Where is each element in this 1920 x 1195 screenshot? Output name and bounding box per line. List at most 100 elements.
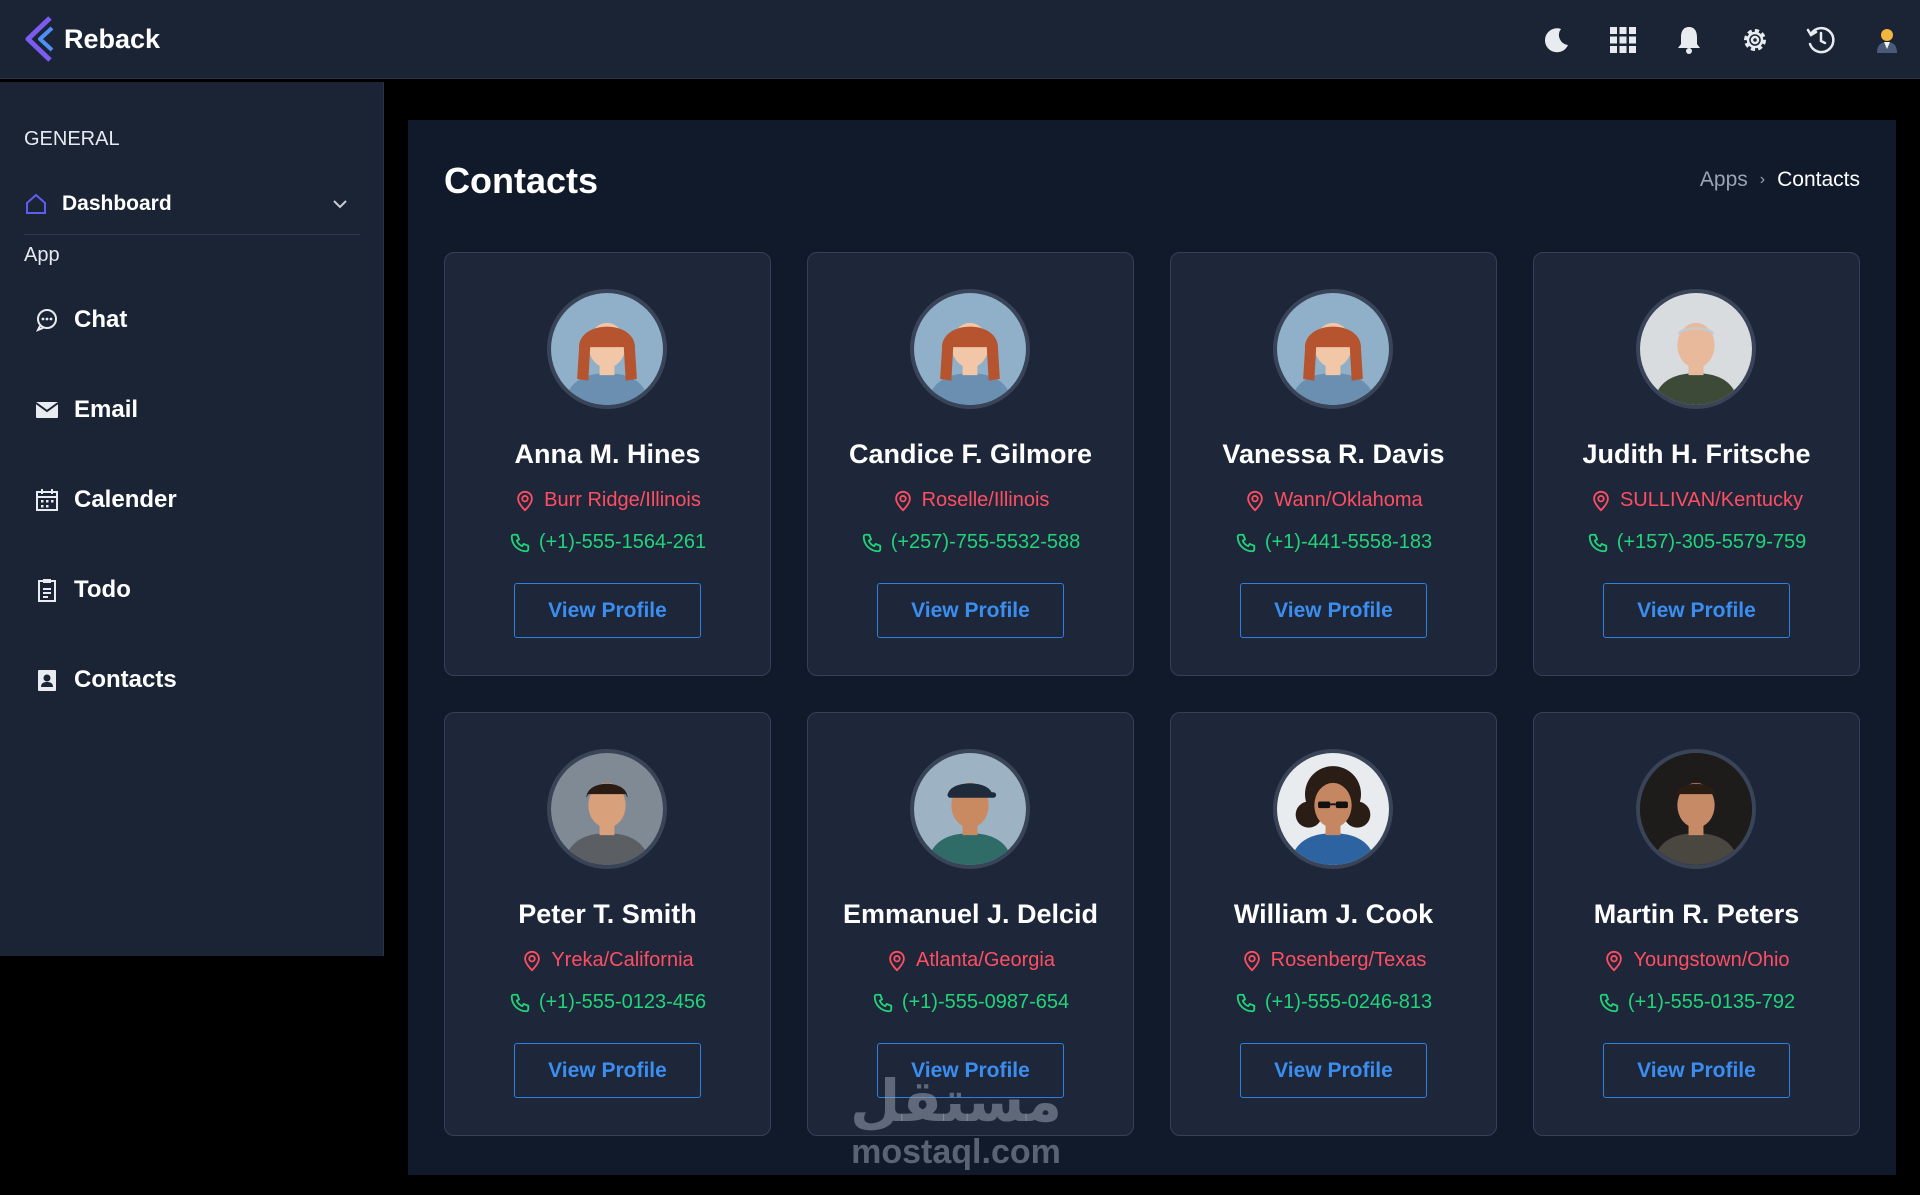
- location-pin-icon: [889, 950, 905, 971]
- view-profile-button[interactable]: View Profile: [877, 1043, 1064, 1098]
- contact-card: William J. Cook Rosenberg/Texas (+1)-555-0…: [1170, 712, 1497, 1136]
- breadcrumb-separator: ›: [1759, 171, 1766, 188]
- sidebar-item-todo[interactable]: Todo: [34, 565, 354, 615]
- sidebar-item-calender[interactable]: Calender: [34, 475, 354, 525]
- phone-icon: [873, 993, 892, 1012]
- contact-phone-text: (+1)-555-0246-813: [1264, 991, 1433, 1013]
- sidebar-section-app: App: [24, 244, 60, 266]
- location-pin-icon: [894, 490, 911, 511]
- chat-icon: [35, 309, 57, 332]
- view-profile-button[interactable]: View Profile: [1240, 1043, 1427, 1098]
- location-pin-icon: [517, 490, 533, 511]
- sidebar-item-label: Email: [74, 396, 139, 423]
- contact-phone-text: (+1)-555-0987-654: [901, 991, 1070, 1013]
- calendar-icon: [36, 489, 58, 511]
- contact-avatar: [547, 749, 667, 869]
- brand[interactable]: Reback: [22, 14, 160, 64]
- contact-location: Rosenberg/Texas: [1171, 949, 1496, 972]
- view-profile-button[interactable]: View Profile: [877, 583, 1064, 638]
- brand-name: Reback: [64, 23, 161, 54]
- contact-phone: (+257)-755-5532-588: [808, 531, 1133, 554]
- contact-name: Anna M. Hines: [514, 439, 701, 469]
- sidebar-item-label: Dashboard: [62, 192, 172, 215]
- brand-logo-icon: [25, 16, 54, 62]
- location-pin-icon: [1593, 490, 1609, 511]
- contact-phone: (+1)-555-1564-261: [445, 531, 770, 554]
- sidebar-item-contacts[interactable]: Contacts: [34, 655, 354, 705]
- contact-phone: (+1)-555-0135-792: [1534, 991, 1859, 1014]
- contact-card: Candice F. Gilmore Roselle/Illinois (+257)…: [807, 252, 1134, 676]
- contact-avatar: [1273, 289, 1393, 409]
- contact-phone-text: (+1)-441-5558-183: [1264, 531, 1433, 553]
- contact-location: Atlanta/Georgia: [808, 949, 1133, 972]
- sidebar-item-email[interactable]: Email: [34, 385, 354, 435]
- phone-icon: [1236, 533, 1255, 552]
- sidebar-section-general: GENERAL: [24, 128, 120, 150]
- todo-icon: [38, 579, 56, 602]
- mail-icon: [35, 402, 59, 418]
- contact-name: Candice F. Gilmore: [848, 439, 1093, 469]
- sidebar-item-dashboard[interactable]: Dashboard: [24, 178, 360, 230]
- phone-icon: [510, 533, 529, 552]
- history-icon[interactable]: [1788, 0, 1854, 79]
- contact-location-text: Youngstown/Ohio: [1633, 949, 1790, 971]
- contact-location-text: SULLIVAN/Kentucky: [1619, 489, 1804, 511]
- sidebar-item-label: Todo: [74, 576, 131, 603]
- contact-phone: (+1)-555-0246-813: [1171, 991, 1496, 1014]
- phone-icon: [862, 533, 881, 552]
- sidebar-item-chat[interactable]: Chat: [34, 295, 354, 345]
- user-avatar-icon[interactable]: [1854, 0, 1920, 79]
- contact-location-text: Yreka/California: [551, 949, 694, 971]
- location-pin-icon: [524, 950, 541, 971]
- apps-grid-icon[interactable]: [1590, 0, 1656, 79]
- breadcrumb-apps-link[interactable]: Apps: [1700, 168, 1748, 192]
- phone-icon: [1599, 993, 1618, 1012]
- contact-location: Roselle/Illinois: [808, 489, 1133, 512]
- contact-avatar: [1636, 289, 1756, 409]
- view-profile-button[interactable]: View Profile: [1240, 583, 1427, 638]
- contact-phone: (+1)-555-0987-654: [808, 991, 1133, 1014]
- contact-name: Peter T. Smith: [518, 899, 697, 929]
- contact-name: Emmanuel J. Delcid: [842, 899, 1099, 929]
- contact-card: Anna M. Hines Burr Ridge/Illinois (+1)-555…: [444, 252, 771, 676]
- contact-avatar: [910, 289, 1030, 409]
- sidebar-item-label: Calender: [74, 486, 177, 513]
- location-pin-icon: [1247, 490, 1264, 511]
- contact-phone-text: (+1)-555-0123-456: [538, 991, 707, 1013]
- main-content: Contacts Apps › Contacts Anna M. Hines Bu…: [408, 120, 1896, 1175]
- top-navbar: Reback: [0, 0, 1920, 79]
- contact-avatar: [547, 289, 667, 409]
- contact-phone-text: (+1)-555-1564-261: [538, 531, 707, 553]
- contact-phone-text: (+1)-555-0135-792: [1627, 991, 1796, 1013]
- view-profile-button[interactable]: View Profile: [514, 583, 701, 638]
- page-title: Contacts: [444, 160, 599, 201]
- contact-location: Burr Ridge/Illinois: [445, 489, 770, 512]
- contact-phone-text: (+257)-755-5532-588: [890, 531, 1081, 553]
- contact-name: Vanessa R. Davis: [1222, 439, 1445, 469]
- contact-card: Vanessa R. Davis Wann/Oklahoma (+1)-441-55…: [1170, 252, 1497, 676]
- breadcrumb-current: Contacts: [1777, 168, 1860, 191]
- contact-location: Yreka/California: [445, 949, 770, 972]
- contact-location-text: Burr Ridge/Illinois: [544, 489, 701, 511]
- contact-name: Judith H. Fritsche: [1582, 439, 1811, 469]
- contact-phone-text: (+157)-305-5579-759: [1616, 531, 1807, 553]
- view-profile-button[interactable]: View Profile: [514, 1043, 701, 1098]
- bell-icon[interactable]: [1656, 0, 1722, 79]
- moon-icon[interactable]: [1524, 0, 1590, 79]
- view-profile-button[interactable]: View Profile: [1603, 1043, 1790, 1098]
- view-profile-button[interactable]: View Profile: [1603, 583, 1790, 638]
- gear-icon[interactable]: [1722, 0, 1788, 79]
- location-pin-icon: [1606, 950, 1623, 971]
- sidebar-item-label: Chat: [74, 306, 128, 333]
- contact-phone: (+157)-305-5579-759: [1534, 531, 1859, 554]
- contacts-icon: [38, 670, 56, 691]
- contact-card: Emmanuel J. Delcid Atlanta/Georgia (+1)-55…: [807, 712, 1134, 1136]
- sidebar-item-label: Contacts: [74, 666, 177, 693]
- contact-phone: (+1)-555-0123-456: [445, 991, 770, 1014]
- contact-avatar: [1636, 749, 1756, 869]
- contact-name: Martin R. Peters: [1593, 899, 1800, 929]
- contact-name: William J. Cook: [1233, 899, 1434, 929]
- location-pin-icon: [1243, 950, 1260, 971]
- phone-icon: [1236, 993, 1255, 1012]
- contact-location-text: Atlanta/Georgia: [916, 949, 1055, 971]
